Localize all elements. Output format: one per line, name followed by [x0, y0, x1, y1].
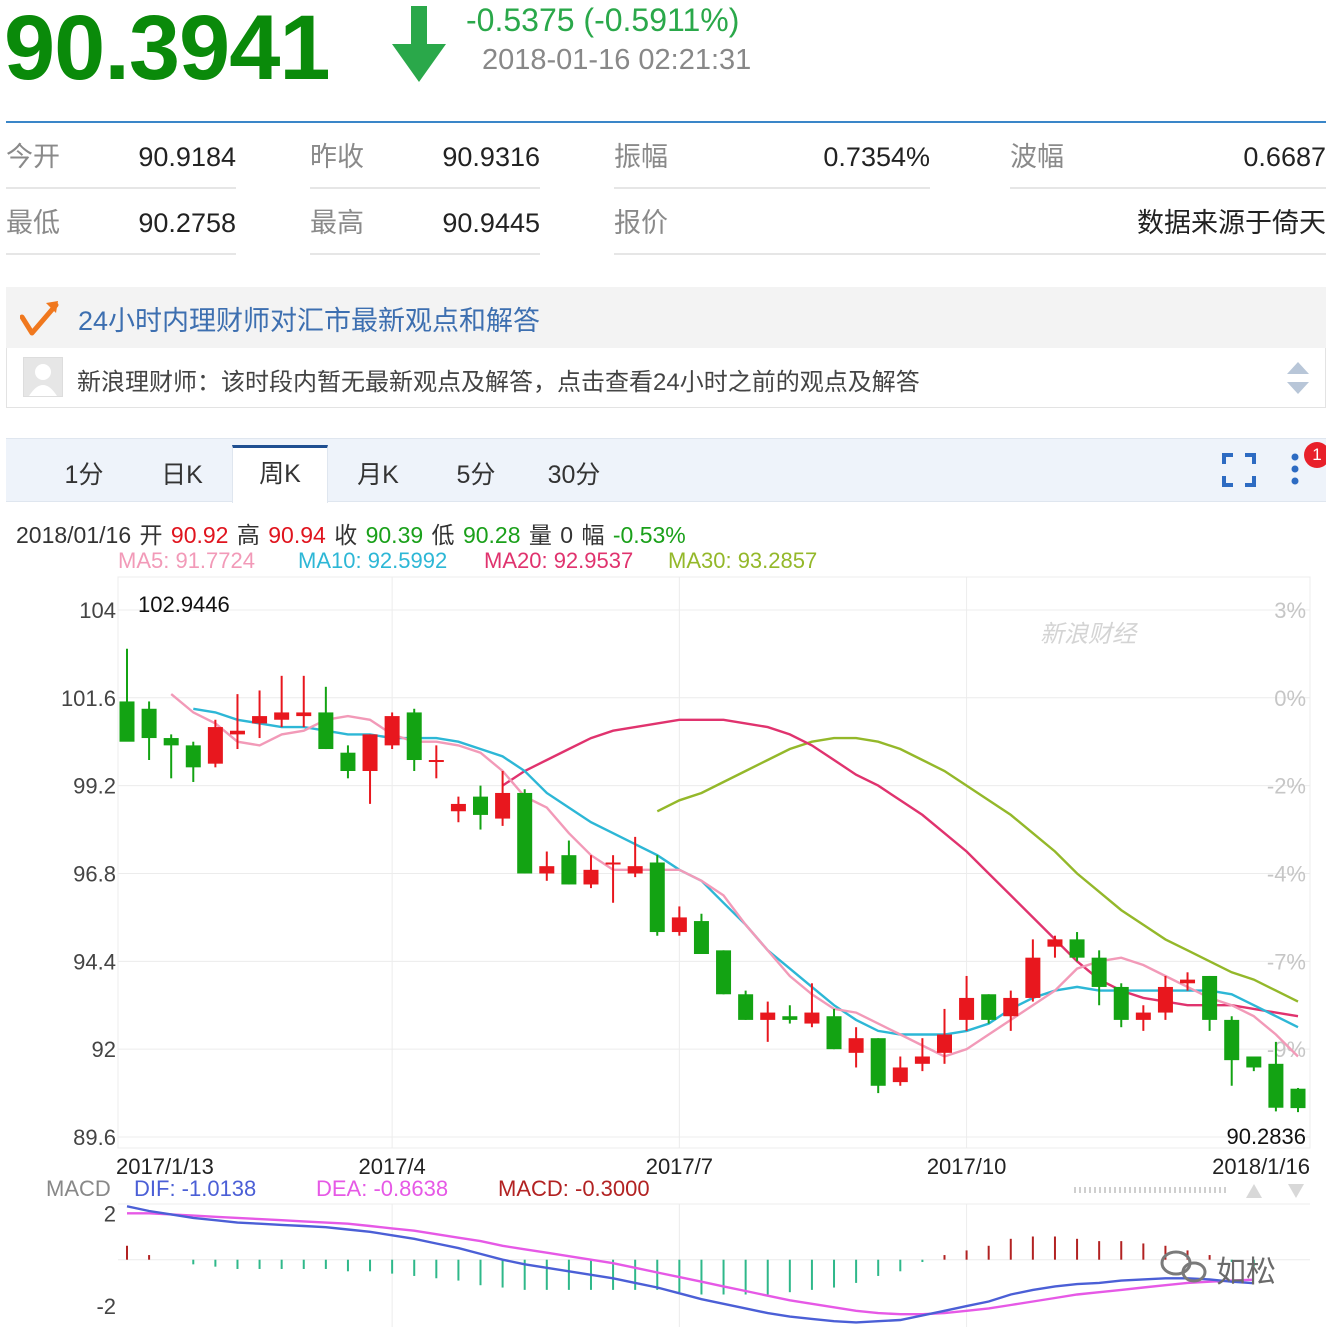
price-axis: 104 101.6 99.2 96.8 94.4 92 89.6: [61, 598, 116, 1150]
candle-body: [406, 712, 422, 761]
percent-tick: -9%: [1267, 1037, 1306, 1062]
sina-watermark: 新浪财经: [1040, 621, 1139, 648]
candle-body: [252, 716, 268, 724]
date-tick: 2018/1/16: [1212, 1154, 1310, 1179]
candle-body: [804, 1012, 820, 1024]
percent-tick: -4%: [1267, 861, 1306, 886]
candle-body: [583, 869, 599, 885]
candle-body: [229, 730, 245, 735]
logo-text: 如松: [1216, 1255, 1276, 1290]
percent-tick: -2%: [1267, 774, 1306, 799]
scroll-up-icon: [1246, 1184, 1262, 1198]
price-tick: 96.8: [73, 861, 116, 886]
candle-body: [1069, 939, 1085, 958]
candle-body: [384, 716, 400, 746]
candle-body: [1202, 975, 1218, 1020]
ma30-line: [656, 736, 1299, 1003]
candle-body: [1157, 986, 1173, 1013]
candle-body: [1113, 986, 1129, 1020]
candle-body: [892, 1067, 908, 1083]
chart-grid: [117, 576, 1311, 1327]
macd-tick: 2: [104, 1201, 116, 1226]
min-price-label: 90.2836: [1226, 1124, 1306, 1149]
candle-body: [119, 701, 135, 742]
candle-body: [163, 738, 179, 746]
candle-body: [318, 712, 334, 750]
ma5-line: [170, 693, 1299, 1058]
candle-body: [738, 994, 754, 1020]
candle-body: [185, 745, 201, 768]
ma20-line: [501, 718, 1299, 1018]
candle-body: [539, 866, 555, 874]
candle-body: [914, 1056, 930, 1064]
candle-body: [561, 855, 577, 885]
candle-body: [1224, 1019, 1240, 1061]
candle-body: [428, 760, 444, 763]
dif-label: DIF: -1.0138: [134, 1176, 257, 1201]
max-price-label: 102.9446: [138, 592, 230, 617]
candle-body: [450, 803, 466, 812]
candle-body: [517, 792, 533, 874]
candle-body: [671, 917, 687, 933]
macd-tick: -2: [96, 1294, 116, 1319]
candle-body: [870, 1038, 886, 1086]
price-tick: 94.4: [73, 949, 116, 974]
candle-body: [649, 862, 665, 933]
candle-body: [782, 1016, 798, 1020]
candle-body: [1180, 979, 1196, 984]
candle-body: [627, 866, 643, 874]
candle-body: [981, 994, 997, 1020]
price-tick: 101.6: [61, 686, 116, 711]
candle-body: [693, 921, 709, 955]
extreme-labels: 102.9446 90.2836: [138, 592, 1306, 1149]
candle-body: [605, 862, 621, 865]
percent-tick: 0%: [1274, 686, 1306, 711]
date-axis: 2017/1/13 2017/4 2017/7 2017/10 2018/1/16: [116, 1154, 1310, 1179]
macd-title: MACD: [46, 1176, 111, 1201]
candle-body: [1246, 1056, 1262, 1068]
candle-body: [274, 712, 290, 720]
percent-axis: 3% 0% -2% -4% -7% -9%: [1267, 598, 1306, 1062]
candle-body: [1003, 997, 1019, 1017]
candle-body: [1091, 957, 1107, 987]
candle-body: [1047, 939, 1063, 947]
dea-line: [127, 1212, 1254, 1316]
candle-body: [959, 997, 975, 1020]
dea-label: DEA: -0.8638: [316, 1176, 449, 1201]
macd-series: [126, 1205, 1255, 1324]
candles: [119, 648, 1306, 1113]
candle-body: [296, 712, 312, 717]
candle-body: [1135, 1012, 1151, 1020]
macd-value-label: MACD: -0.3000: [498, 1176, 650, 1201]
scroll-down-icon: [1288, 1184, 1304, 1198]
dif-line: [126, 1205, 1254, 1324]
price-tick: 104: [79, 598, 116, 623]
candle-body: [141, 708, 157, 739]
percent-tick: -7%: [1267, 949, 1306, 974]
candle-body: [826, 1016, 842, 1050]
ma10-line: [193, 707, 1299, 1036]
price-tick: 92: [92, 1037, 116, 1062]
candle-body: [716, 950, 732, 995]
candle-body: [340, 752, 356, 771]
candle-body: [936, 1034, 952, 1053]
candle-body: [495, 792, 511, 819]
candle-body: [207, 727, 223, 764]
date-tick: 2017/7: [646, 1154, 713, 1179]
candle-body: [760, 1012, 776, 1020]
kline-chart[interactable]: 新浪财经 104 101.6 99.2 96.8 94.4 92 89.6 3% 0% -2% -…: [0, 0, 1326, 1327]
candle-body: [473, 796, 489, 815]
percent-tick: 3%: [1274, 598, 1306, 623]
price-tick: 89.6: [73, 1125, 116, 1150]
price-tick: 99.2: [73, 774, 116, 799]
ma-lines: [170, 693, 1299, 1058]
candle-body: [1025, 957, 1041, 998]
date-tick: 2017/10: [927, 1154, 1007, 1179]
candle-body: [362, 734, 378, 771]
candle-body: [1290, 1088, 1306, 1109]
plot-frame: [117, 576, 1311, 1149]
candle-body: [848, 1038, 864, 1053]
candle-body: [1268, 1063, 1284, 1108]
